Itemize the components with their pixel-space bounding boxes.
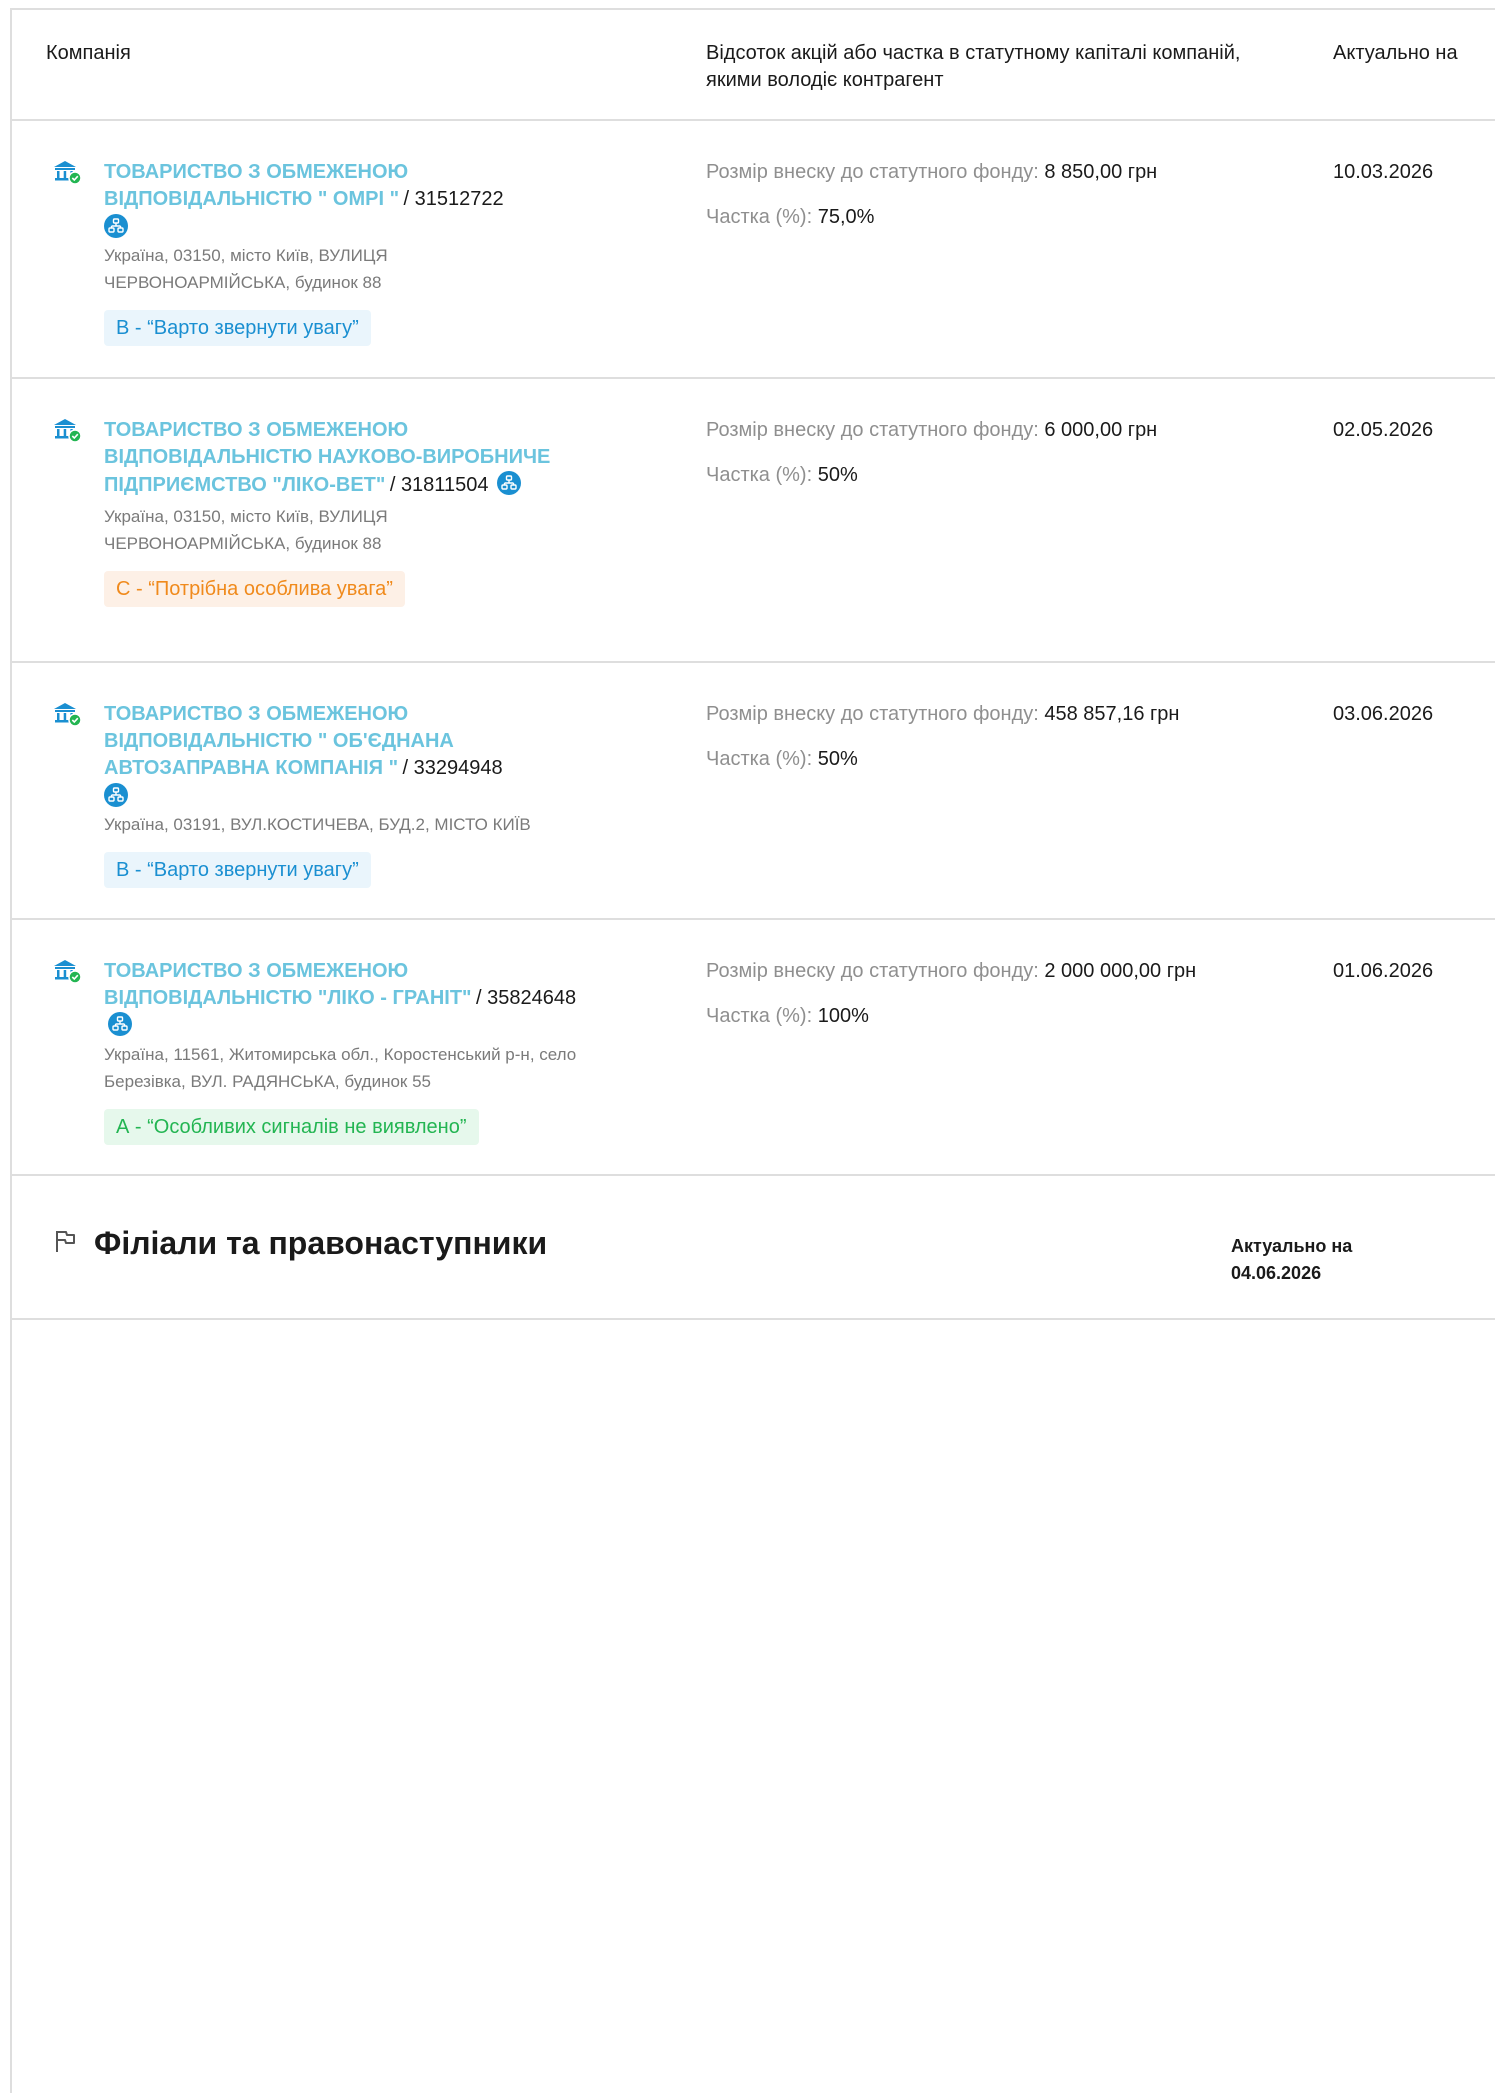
company-tree-icon[interactable] xyxy=(104,783,128,807)
risk-badge: В - “Варто звернути увагу” xyxy=(104,310,371,346)
company-tree-icon[interactable] xyxy=(108,1012,132,1036)
company-address: Україна, 11561, Житомирська обл., Корост… xyxy=(104,1045,577,1091)
flag-icon xyxy=(56,1231,75,1252)
bank-verified-icon xyxy=(54,419,82,443)
header-date: Актуально на xyxy=(1333,42,1458,64)
branches-section: Філіали та правонаступники Актуально на … xyxy=(12,1176,1495,1320)
share-cell: Розмір внеску до статутного фонду: 458 8… xyxy=(706,703,1180,770)
percent-value: 100% xyxy=(817,1005,869,1027)
company-code: 33294948 xyxy=(413,757,503,779)
contribution-value: 2 000 000,00 грн xyxy=(1044,960,1197,982)
bank-verified-icon xyxy=(54,960,82,984)
table-row: ТОВАРИСТВО З ОБМЕЖЕНОЮ ВІДПОВІДАЛЬНІСТЮ … xyxy=(12,379,1495,663)
company-link[interactable]: ТОВАРИСТВО З ОБМЕЖЕНОЮ ВІДПОВІДАЛЬНІСТЮ … xyxy=(104,703,454,779)
company-cell: ТОВАРИСТВО З ОБМЕЖЕНОЮ ВІДПОВІДАЛЬНІСТЮ … xyxy=(104,701,584,888)
company-link[interactable]: ТОВАРИСТВО З ОБМЕЖЕНОЮ ВІДПОВІДАЛЬНІСТЮ … xyxy=(104,960,472,1009)
percent-value: 50% xyxy=(817,464,858,486)
company-cell: ТОВАРИСТВО З ОБМЕЖЕНОЮ ВІДПОВІДАЛЬНІСТЮ … xyxy=(104,958,584,1145)
company-address: Україна, 03150, місто Київ, ВУЛИЦЯ ЧЕРВО… xyxy=(104,246,388,292)
share-cell: Розмір внеску до статутного фонду: 8 850… xyxy=(706,161,1158,228)
company-code: 31811504 xyxy=(400,474,489,496)
company-tree-icon[interactable] xyxy=(104,214,128,238)
company-code: 31512722 xyxy=(414,188,504,210)
company-cell: ТОВАРИСТВО З ОБМЕЖЕНОЮ ВІДПОВІДАЛЬНІСТЮ … xyxy=(104,417,584,607)
header-company: Компанія xyxy=(46,42,131,64)
company-address: Україна, 03150, місто Київ, ВУЛИЦЯ ЧЕРВО… xyxy=(104,507,388,553)
share-cell: Розмір внеску до статутного фонду: 6 000… xyxy=(706,419,1158,486)
company-link[interactable]: ТОВАРИСТВО З ОБМЕЖЕНОЮ ВІДПОВІДАЛЬНІСТЮ … xyxy=(104,161,408,210)
company-code: 35824648 xyxy=(487,987,577,1009)
ownership-panel: Компанія Відсоток акцій або частка в ста… xyxy=(10,8,1495,2093)
table-row: ТОВАРИСТВО З ОБМЕЖЕНОЮ ВІДПОВІДАЛЬНІСТЮ … xyxy=(12,663,1495,920)
contribution-value: 6 000,00 грн xyxy=(1044,419,1158,441)
date-cell: 03.06.2026 xyxy=(1333,703,1434,725)
date-cell: 01.06.2026 xyxy=(1333,960,1434,982)
bank-verified-icon xyxy=(54,703,82,727)
contribution-value: 458 857,16 грн xyxy=(1044,703,1180,725)
table-header: Компанія Відсоток акцій або частка в ста… xyxy=(12,10,1495,121)
company-cell: ТОВАРИСТВО З ОБМЕЖЕНОЮ ВІДПОВІДАЛЬНІСТЮ … xyxy=(104,159,584,346)
percent-value: 50% xyxy=(817,748,858,770)
table-row: ТОВАРИСТВО З ОБМЕЖЕНОЮ ВІДПОВІДАЛЬНІСТЮ … xyxy=(12,121,1495,379)
contribution-value: 8 850,00 грн xyxy=(1044,161,1158,183)
branches-title: Філіали та правонаступники xyxy=(94,1225,548,1261)
header-share: Відсоток акцій або частка в статутному к… xyxy=(706,42,1241,91)
share-cell: Розмір внеску до статутного фонду: 2 000… xyxy=(706,960,1197,1027)
date-cell: 10.03.2026 xyxy=(1333,161,1434,183)
risk-badge: С - “Потрібна особлива увага” xyxy=(104,571,405,607)
risk-badge: В - “Варто звернути увагу” xyxy=(104,852,371,888)
bank-verified-icon xyxy=(54,161,82,185)
percent-value: 75,0% xyxy=(817,206,875,228)
date-cell: 02.05.2026 xyxy=(1333,419,1434,441)
risk-badge: А - “Особливих сигналів не виявлено” xyxy=(104,1109,479,1145)
company-address: Україна, 03191, ВУЛ.КОСТИЧЕВА, БУД.2, МІ… xyxy=(104,815,531,834)
branches-actual-date: Актуально на 04.06.2026 xyxy=(1231,1236,1353,1283)
table-row: ТОВАРИСТВО З ОБМЕЖЕНОЮ ВІДПОВІДАЛЬНІСТЮ … xyxy=(12,920,1495,1176)
company-tree-icon[interactable] xyxy=(496,471,521,495)
